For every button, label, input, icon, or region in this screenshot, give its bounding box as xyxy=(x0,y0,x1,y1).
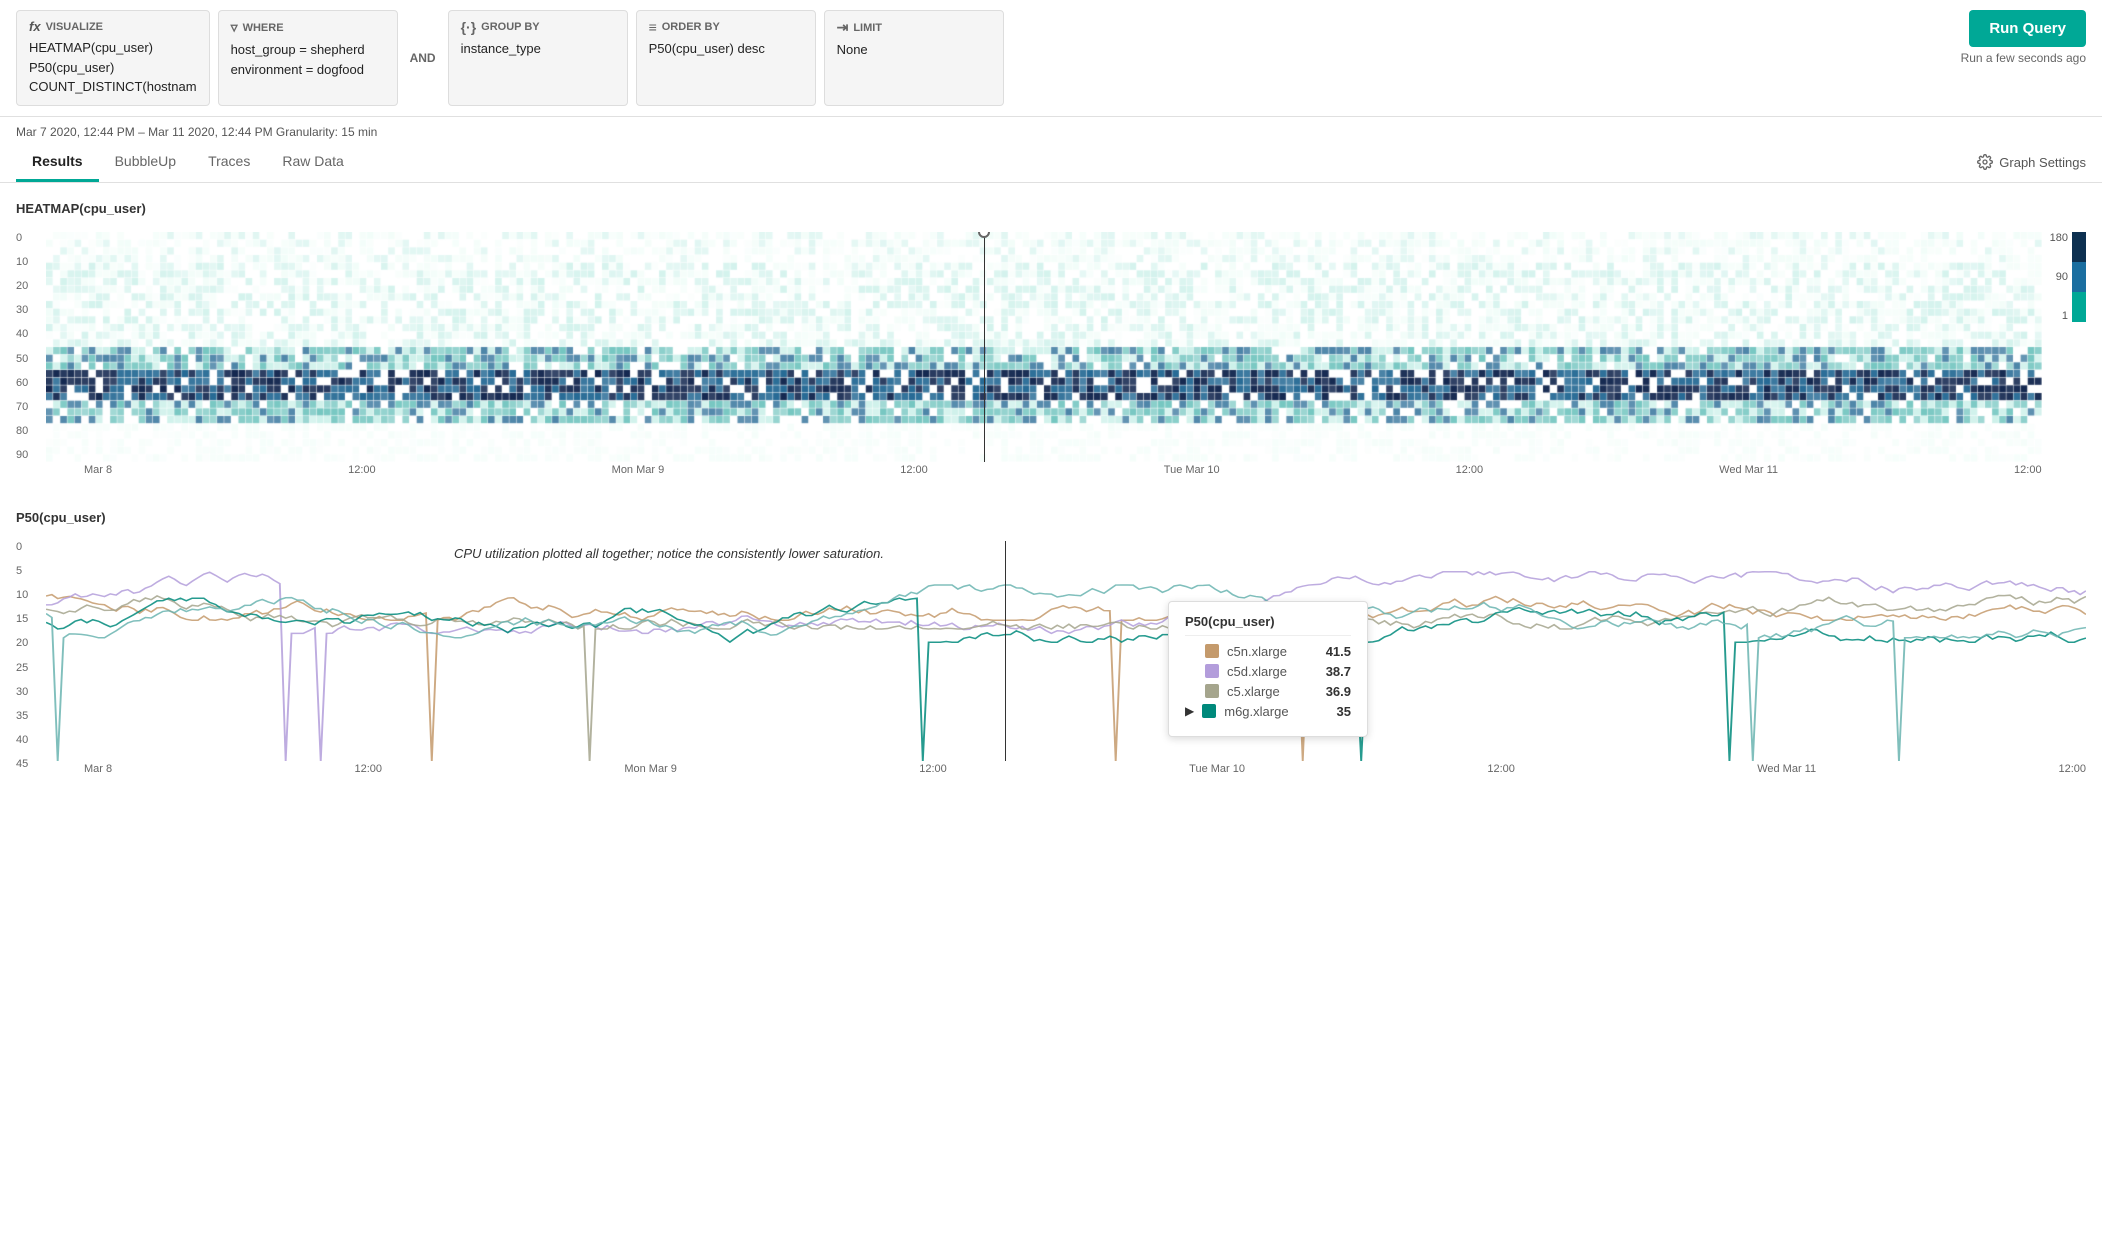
top-bar: fx VISUALIZE HEATMAP(cpu_user) P50(cpu_u… xyxy=(0,0,2102,117)
tooltip-color-swatch xyxy=(1202,704,1216,718)
linechart-y-axis: 45 40 35 30 25 20 15 10 5 0 xyxy=(16,541,46,771)
filter-icon: ▿ xyxy=(231,19,238,36)
order-by-header: ≡ ORDER BY xyxy=(649,19,803,35)
tooltip-series-value: 36.9 xyxy=(1326,684,1351,699)
time-range-bar: Mar 7 2020, 12:44 PM – Mar 11 2020, 12:4… xyxy=(0,117,2102,139)
tooltip-row: ▶ m6g.xlarge 35 xyxy=(1185,704,1351,719)
order-by-content: P50(cpu_user) desc xyxy=(649,39,803,59)
tooltip-series-value: 35 xyxy=(1337,704,1351,719)
limit-content: None xyxy=(837,40,991,60)
where-block[interactable]: ▿ WHERE host_group = shepherd environmen… xyxy=(218,10,398,106)
run-query-button[interactable]: Run Query xyxy=(1969,10,2086,47)
tooltip-color-swatch xyxy=(1205,664,1219,678)
legend-min: 1 xyxy=(2050,310,2068,322)
heatmap-wrapper: 90 80 70 60 50 40 30 20 10 0 Mar 8 12:00 xyxy=(16,222,2086,502)
order-by-block[interactable]: ≡ ORDER BY P50(cpu_user) desc xyxy=(636,10,816,106)
heatmap-y-axis: 90 80 70 60 50 40 30 20 10 0 xyxy=(16,232,46,462)
where-line2: environment = dogfood xyxy=(231,60,385,80)
tooltip-color-swatch xyxy=(1205,684,1219,698)
visualize-line2: P50(cpu_user) xyxy=(29,58,197,78)
where-content: host_group = shepherd environment = dogf… xyxy=(231,40,385,79)
where-line1: host_group = shepherd xyxy=(231,40,385,60)
tab-bubbleup[interactable]: BubbleUp xyxy=(99,143,193,182)
visualize-block[interactable]: fx VISUALIZE HEATMAP(cpu_user) P50(cpu_u… xyxy=(16,10,210,106)
tooltip-series-name: c5.xlarge xyxy=(1227,684,1318,699)
tooltip-row: c5d.xlarge 38.7 xyxy=(1185,664,1351,679)
tab-traces[interactable]: Traces xyxy=(192,143,266,182)
tabs-bar: Results BubbleUp Traces Raw Data Graph S… xyxy=(0,143,2102,183)
tab-rawdata[interactable]: Raw Data xyxy=(266,143,359,182)
tooltip-series-name: c5n.xlarge xyxy=(1227,644,1318,659)
legend-bar-mid xyxy=(2072,262,2086,292)
time-range-text: Mar 7 2020, 12:44 PM – Mar 11 2020, 12:4… xyxy=(16,125,377,139)
group-by-content: instance_type xyxy=(461,39,615,59)
linechart-svg xyxy=(46,541,2086,761)
legend-max: 180 xyxy=(2050,232,2068,244)
run-ago-text: Run a few seconds ago xyxy=(1961,51,2086,69)
legend-bar-dark xyxy=(2072,232,2086,262)
linechart-wrapper: 45 40 35 30 25 20 15 10 5 0 CPU utilizat… xyxy=(16,531,2086,791)
limit-block[interactable]: ⇥ LIMIT None xyxy=(824,10,1004,106)
where-header: ▿ WHERE xyxy=(231,19,385,36)
group-by-block[interactable]: {·} GROUP BY instance_type xyxy=(448,10,628,106)
main-content: HEATMAP(cpu_user) 90 80 70 60 50 40 30 2… xyxy=(0,183,2102,801)
tooltip-row: c5.xlarge 36.9 xyxy=(1185,684,1351,699)
tooltip-series-value: 41.5 xyxy=(1326,644,1351,659)
tab-results[interactable]: Results xyxy=(16,143,99,182)
legend-bar-light xyxy=(2072,292,2086,322)
visualize-content: HEATMAP(cpu_user) P50(cpu_user) COUNT_DI… xyxy=(29,38,197,97)
tooltip-overlay: P50(cpu_user) c5n.xlarge 41.5 c5d.xlarge 38… xyxy=(1168,601,1368,737)
group-icon: {·} xyxy=(461,19,477,35)
legend-mid: 90 xyxy=(2050,271,2068,283)
and-divider: AND xyxy=(406,10,440,106)
fx-icon: fx xyxy=(29,19,41,34)
heatmap-canvas xyxy=(46,232,2042,462)
linechart-area: CPU utilization plotted all together; no… xyxy=(46,541,2086,761)
tooltip-series-name: c5d.xlarge xyxy=(1227,664,1318,679)
visualize-header: fx VISUALIZE xyxy=(29,19,197,34)
heatmap-title: HEATMAP(cpu_user) xyxy=(16,201,2086,216)
limit-header: ⇥ LIMIT xyxy=(837,19,991,36)
visualize-label: VISUALIZE xyxy=(46,21,103,33)
tooltip-title: P50(cpu_user) xyxy=(1185,614,1351,636)
tooltip-rows: c5n.xlarge 41.5 c5d.xlarge 38.7 c5.xlarge 36.… xyxy=(1185,644,1351,719)
graph-settings-button[interactable]: Graph Settings xyxy=(1977,154,2086,170)
group-by-label: GROUP BY xyxy=(481,21,539,33)
group-by-header: {·} GROUP BY xyxy=(461,19,615,35)
heatmap-area xyxy=(46,232,2042,462)
limit-icon: ⇥ xyxy=(837,19,849,36)
tooltip-series-name: m6g.xlarge xyxy=(1224,704,1328,719)
heatmap-x-axis: Mar 8 12:00 Mon Mar 9 12:00 Tue Mar 10 1… xyxy=(84,464,2042,476)
visualize-line3: COUNT_DISTINCT(hostnam xyxy=(29,77,197,97)
linechart-title: P50(cpu_user) xyxy=(16,510,2086,525)
tooltip-series-value: 38.7 xyxy=(1326,664,1351,679)
visualize-line1: HEATMAP(cpu_user) xyxy=(29,38,197,58)
graph-settings-label: Graph Settings xyxy=(1999,155,2086,170)
gear-icon xyxy=(1977,154,1993,170)
tooltip-row: c5n.xlarge 41.5 xyxy=(1185,644,1351,659)
tooltip-arrow-icon: ▶ xyxy=(1185,704,1194,718)
linechart-x-axis: Mar 8 12:00 Mon Mar 9 12:00 Tue Mar 10 1… xyxy=(84,763,2086,775)
heatmap-legend: 180 90 1 xyxy=(2050,232,2086,462)
order-icon: ≡ xyxy=(649,19,657,35)
where-label: WHERE xyxy=(243,22,284,34)
order-by-label: ORDER BY xyxy=(662,21,720,33)
limit-label: LIMIT xyxy=(853,22,882,34)
tooltip-color-swatch xyxy=(1205,644,1219,658)
